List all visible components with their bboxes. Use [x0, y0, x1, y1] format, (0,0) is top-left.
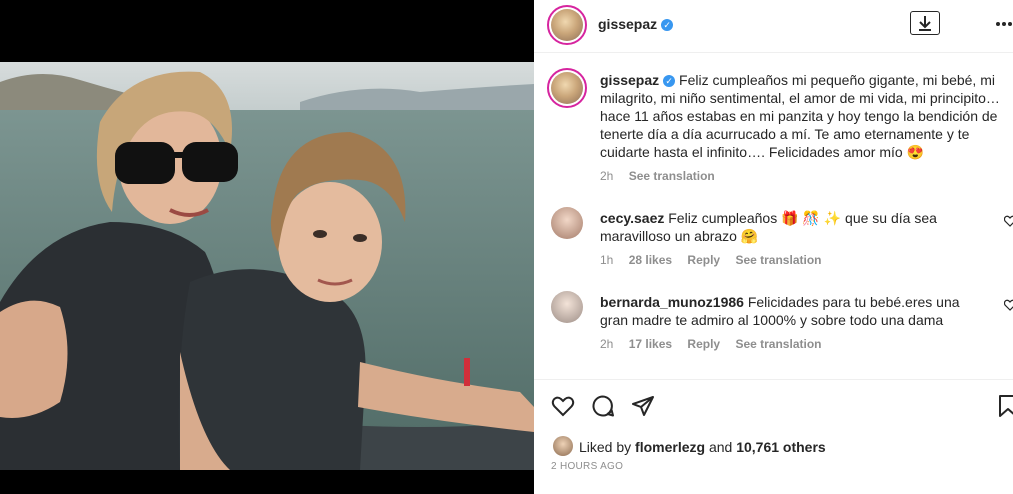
author-name-row: gissepaz ✓ — [598, 16, 674, 34]
verified-badge-icon: ✓ — [663, 75, 676, 88]
caption-username[interactable]: gissepaz — [600, 72, 659, 88]
comment-likes[interactable]: 17 likes — [629, 337, 672, 351]
comment-see-translation[interactable]: See translation — [735, 337, 821, 351]
comment-username[interactable]: bernarda_munoz1986 — [600, 294, 744, 310]
post-timestamp[interactable]: 2 HOURS AGO — [551, 461, 623, 472]
more-horizontal-icon[interactable] — [992, 14, 1012, 34]
likes-and: and — [708, 439, 733, 455]
caption-avatar[interactable] — [547, 68, 587, 108]
likes-count[interactable]: 10,761 others — [736, 439, 826, 455]
photo-illustration — [0, 62, 534, 470]
caption-meta: 2h See translation — [600, 169, 715, 183]
commenter-avatar[interactable] — [551, 207, 583, 239]
likes-prefix: Liked by — [579, 439, 632, 455]
comment-icon[interactable] — [591, 394, 615, 418]
commenter-avatar[interactable] — [551, 291, 583, 323]
likes-user[interactable]: flomerlezg — [635, 439, 705, 455]
caption-time[interactable]: 2h — [600, 169, 613, 183]
comment-heart-icon[interactable] — [1003, 298, 1013, 311]
verified-badge-icon: ✓ — [661, 18, 674, 31]
comment-reply-button[interactable]: Reply — [687, 337, 720, 351]
download-icon[interactable] — [910, 11, 940, 35]
post-side-panel: gissepaz ✓ gissepaz ✓ Feliz cumpleaños mi … — [534, 0, 1013, 494]
comment-meta: 2h 17 likes Reply See translation — [600, 337, 821, 351]
comment-reply-button[interactable]: Reply — [687, 253, 720, 267]
comment-text-block: bernarda_munoz1986 Felicidades para tu b… — [600, 293, 990, 329]
comment-time[interactable]: 2h — [600, 337, 613, 351]
post-photo[interactable] — [0, 62, 534, 470]
comment-username[interactable]: cecy.saez — [600, 210, 664, 226]
comment-heart-icon[interactable] — [1003, 214, 1013, 227]
comment-meta: 1h 28 likes Reply See translation — [600, 253, 821, 267]
author-avatar[interactable] — [547, 5, 587, 45]
share-icon[interactable] — [631, 394, 655, 418]
comment-text-block: cecy.saez Feliz cumpleaños 🎁 🎊 ✨ que su … — [600, 209, 990, 245]
likes-text: Liked by flomerlezg and 10,761 others — [579, 438, 826, 456]
bookmark-icon[interactable] — [997, 394, 1013, 418]
liker-avatar[interactable] — [553, 436, 573, 456]
post-media — [0, 0, 534, 494]
comment-time[interactable]: 1h — [600, 253, 613, 267]
caption-see-translation[interactable]: See translation — [629, 169, 715, 183]
comment-see-translation[interactable]: See translation — [735, 253, 821, 267]
post-header: gissepaz ✓ — [534, 0, 1013, 53]
caption-text: Feliz cumpleaños mi pequeño gigante, mi … — [600, 72, 1000, 160]
caption-text-block: gissepaz ✓ Feliz cumpleaños mi pequeño gi… — [600, 71, 1000, 161]
heart-icon[interactable] — [551, 394, 575, 418]
comment-likes[interactable]: 28 likes — [629, 253, 672, 267]
actions-divider — [534, 379, 1013, 380]
author-username[interactable]: gissepaz — [598, 16, 657, 32]
